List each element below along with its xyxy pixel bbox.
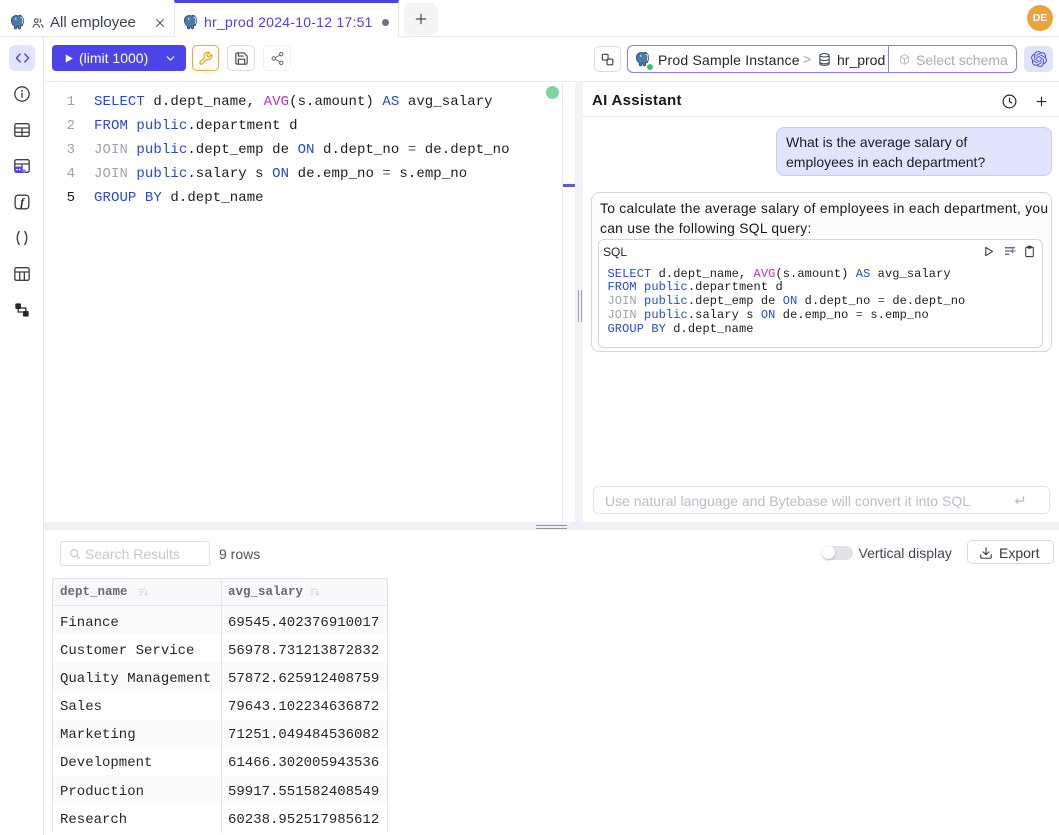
svg-text:f: f xyxy=(20,196,25,209)
